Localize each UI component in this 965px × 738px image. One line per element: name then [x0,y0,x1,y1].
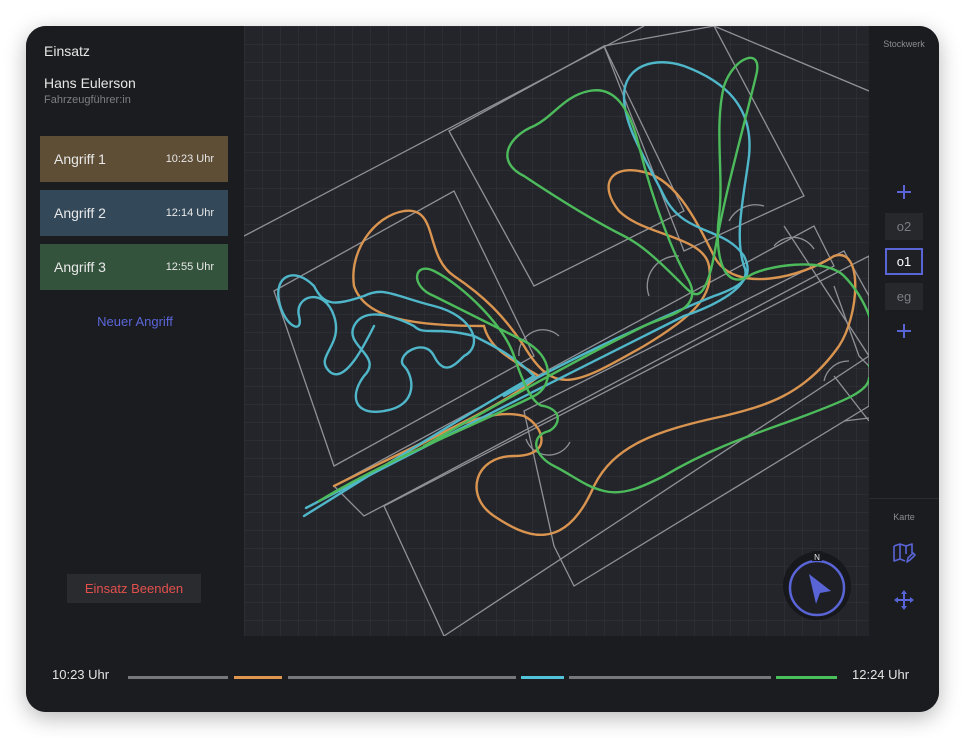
compass-north-label: N [814,553,820,562]
sidebar: Einsatz Hans Eulerson Fahrzeugführer:in … [26,26,244,636]
attack-name: Angriff 1 [54,151,106,167]
timeline-bar[interactable]: 10:23 Uhr 12:24 Uhr [26,636,939,712]
move-map-button[interactable] [889,585,919,615]
wall-line [833,375,869,422]
floor-button-o1[interactable]: o1 [885,248,923,275]
timeline-segment-blue [521,676,564,679]
user-name: Hans Eulerson [44,75,136,91]
room-outline [273,190,535,467]
attack-name: Angriff 2 [54,205,106,221]
door-arc [773,236,815,250]
attack-time: 12:55 Uhr [165,261,214,273]
attack-name: Angriff 3 [54,259,106,275]
timeline-segment-green [776,676,837,679]
plus-icon [897,185,911,199]
floor-plan-map[interactable] [244,26,869,636]
app-window: Einsatz Hans Eulerson Fahrzeugführer:in … [26,26,939,712]
room-outline [523,250,869,587]
wall-line [833,285,869,367]
timeline-end: 12:24 Uhr [852,667,910,682]
attack-time: 12:14 Uhr [165,207,214,219]
map-edit-button[interactable] [889,538,919,568]
timeline-segment-neutral [128,676,228,679]
timeline-segment-orange [234,676,282,679]
floor-button-o2[interactable]: o2 [885,213,923,240]
floor-toolbar: Stockwerk o2 o1 eg Karte [869,26,939,636]
user-role: Fahrzeugführer:in [44,94,131,106]
door-arc [728,204,765,222]
attack-time: 10:23 Uhr [165,153,214,165]
wall-line [713,26,869,92]
attack-item-1[interactable]: Angriff 1 10:23 Uhr [40,136,228,182]
new-attack-link[interactable]: Neuer Angriff [26,314,244,329]
compass-button[interactable]: N [781,550,853,622]
attack-item-3[interactable]: Angriff 3 12:55 Uhr [40,244,228,290]
end-mission-button[interactable]: Einsatz Beenden [67,574,201,603]
timeline-segment-neutral [288,676,516,679]
timeline-segment-neutral [569,676,771,679]
add-floor-bottom-button[interactable] [889,316,919,346]
floors-label: Stockwerk [883,39,925,49]
sidebar-title: Einsatz [44,43,90,59]
building-outlines [244,26,869,636]
timeline-start: 10:23 Uhr [52,667,110,682]
move-arrows-icon [894,590,914,610]
map-edit-icon [893,543,916,563]
navigation-arrow-icon: N [783,551,851,620]
floor-plan-drawing [244,26,869,636]
map-label: Karte [893,512,915,522]
toolbar-divider [869,498,939,499]
add-floor-top-button[interactable] [889,177,919,207]
plus-icon [897,324,911,338]
attack-item-2[interactable]: Angriff 2 12:14 Uhr [40,190,228,236]
path-blue [277,61,751,518]
floor-button-eg[interactable]: eg [885,283,923,310]
